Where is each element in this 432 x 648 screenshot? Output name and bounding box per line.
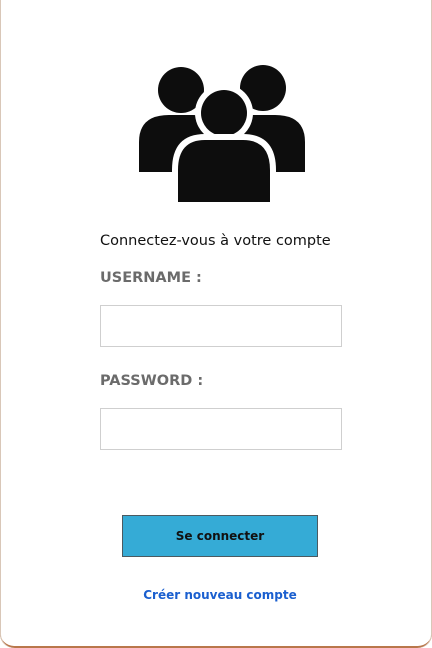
login-subtitle: Connectez-vous à votre compte: [100, 233, 331, 249]
create-account-link[interactable]: Créer nouveau compte: [0, 588, 432, 602]
login-button-label: Se connecter: [175, 529, 265, 543]
username-input[interactable]: [100, 305, 342, 347]
username-label: USERNAME :: [100, 270, 202, 286]
password-input[interactable]: [100, 408, 342, 450]
users-group-icon: [139, 65, 305, 202]
login-button[interactable]: Se connecter: [122, 515, 318, 557]
password-label: PASSWORD :: [100, 373, 204, 389]
